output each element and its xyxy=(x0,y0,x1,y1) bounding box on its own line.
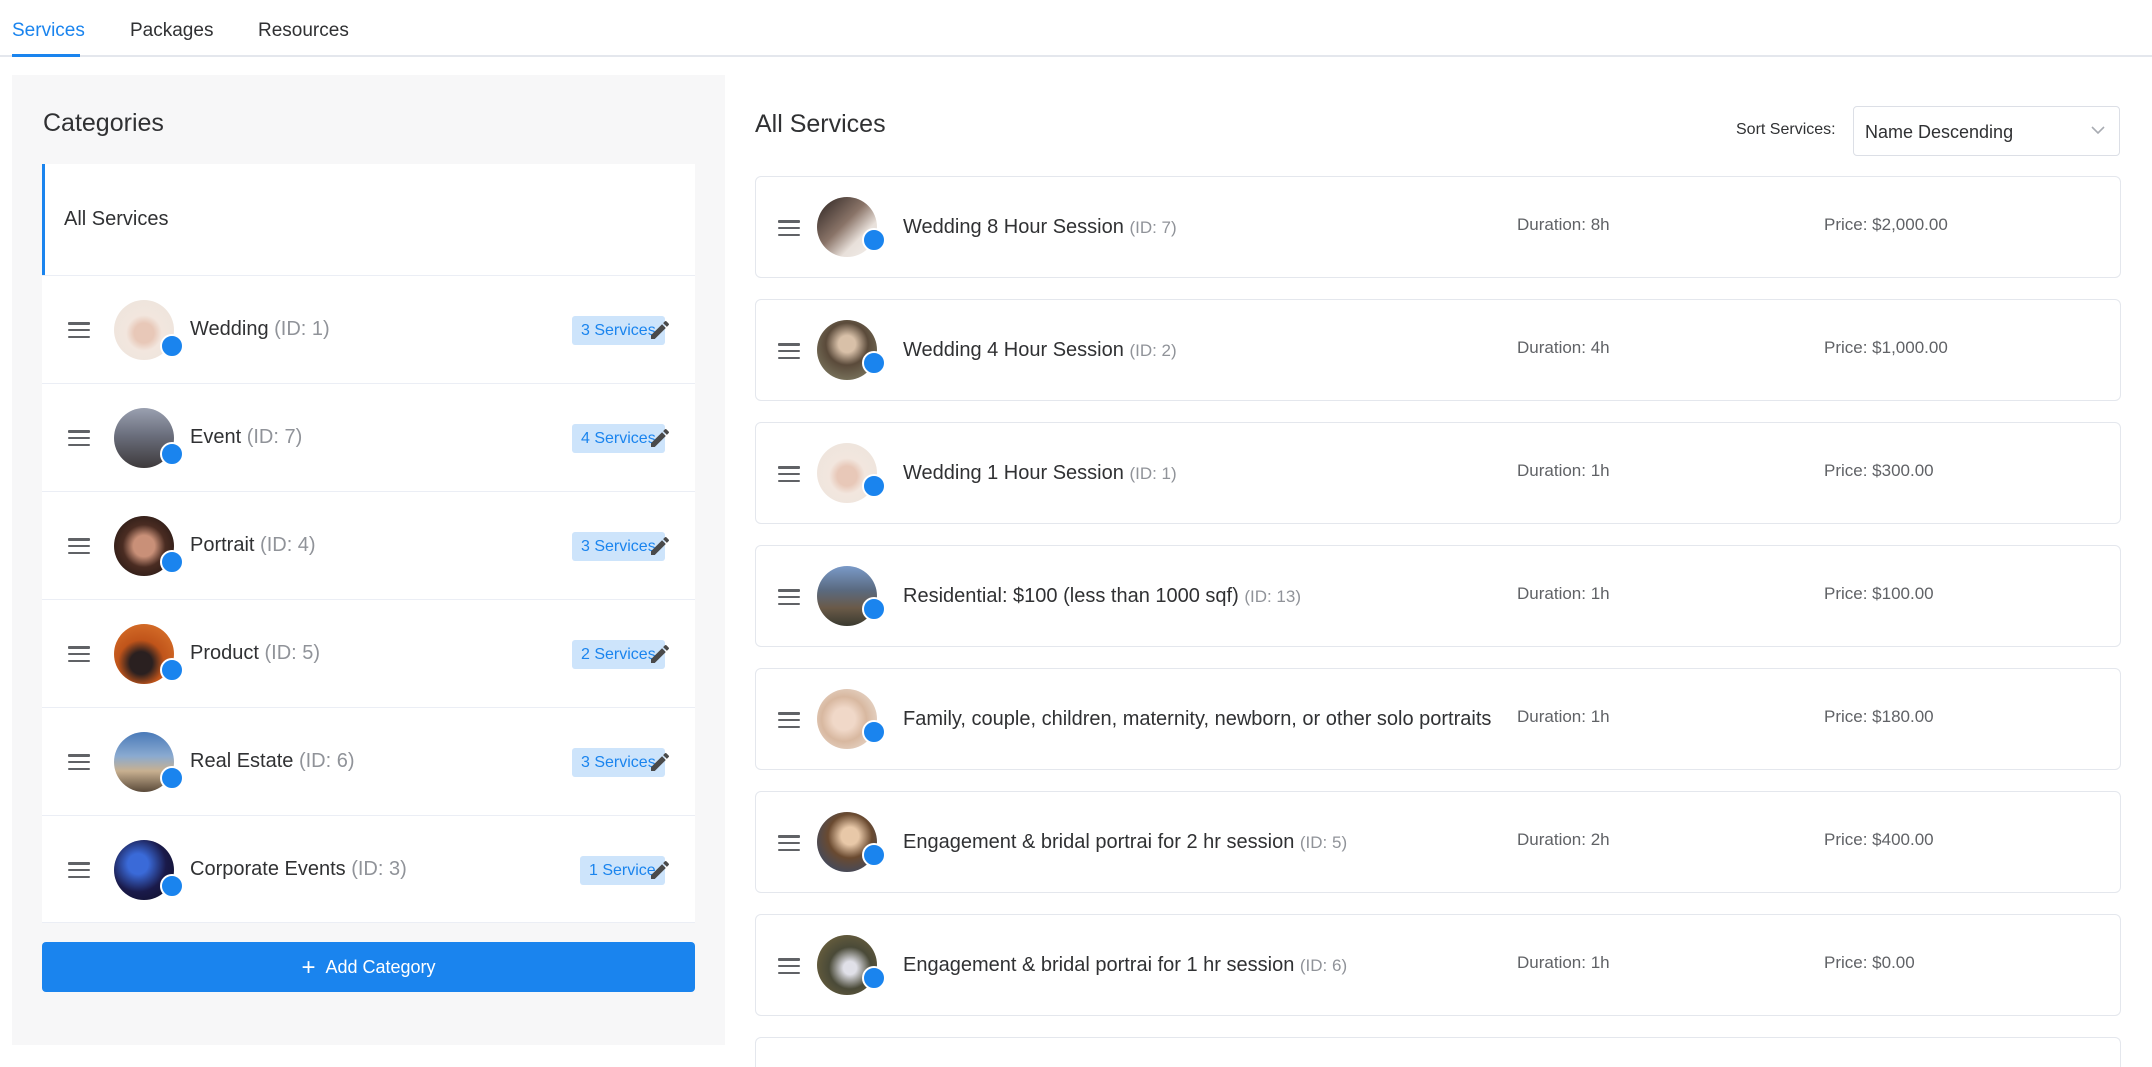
service-name: Engagement & bridal portrai for 1 hr ses… xyxy=(903,954,1348,976)
drag-handle-icon[interactable] xyxy=(68,754,90,771)
service-name: Engagement & bridal portrai for 2 hr ses… xyxy=(903,831,1348,853)
status-dot xyxy=(160,442,184,466)
service-price: Price: $100.00 xyxy=(1824,584,1934,603)
service-name: Family, couple, children, maternity, new… xyxy=(903,708,1492,730)
pencil-icon[interactable] xyxy=(648,426,672,450)
service-duration: Duration: 1h xyxy=(1517,707,1610,726)
service-card[interactable]: Engagement & bridal portrai for 2 hr ses… xyxy=(755,791,2121,893)
category-name: Real Estate (ID: 6) xyxy=(190,750,355,772)
drag-handle-icon[interactable] xyxy=(778,958,800,975)
category-name: Portrait (ID: 4) xyxy=(190,534,316,556)
pencil-icon[interactable] xyxy=(648,642,672,666)
category-list: All Services Wedding (ID: 1) 3 Services … xyxy=(42,164,695,923)
status-dot xyxy=(160,550,184,574)
drag-handle-icon[interactable] xyxy=(68,862,90,879)
category-name: Wedding (ID: 1) xyxy=(190,318,330,340)
drag-handle-icon[interactable] xyxy=(778,220,800,237)
service-price: Price: $1,000.00 xyxy=(1824,338,1948,357)
drag-handle-icon[interactable] xyxy=(778,466,800,483)
service-name: Wedding 1 Hour Session (ID: 1) xyxy=(903,462,1177,484)
active-tab-indicator xyxy=(12,54,80,57)
service-card[interactable]: Wedding 1 Hour Session (ID: 1) Duration:… xyxy=(755,422,2121,524)
drag-handle-icon[interactable] xyxy=(68,322,90,339)
categories-panel: Categories All Services Wedding (ID: 1) … xyxy=(12,75,725,1045)
category-name: Event (ID: 7) xyxy=(190,426,303,448)
category-row-corporate-events[interactable]: Corporate Events (ID: 3) 1 Service xyxy=(42,815,695,923)
service-card-partial[interactable] xyxy=(755,1037,2121,1067)
service-name: Residential: $100 (less than 1000 sqf) (… xyxy=(903,585,1302,607)
category-row-product[interactable]: Product (ID: 5) 2 Services xyxy=(42,599,695,707)
drag-handle-icon[interactable] xyxy=(778,589,800,606)
tab-services[interactable]: Services xyxy=(12,20,85,42)
status-dot xyxy=(862,228,886,252)
service-card[interactable]: Family, couple, children, maternity, new… xyxy=(755,668,2121,770)
category-row-portrait[interactable]: Portrait (ID: 4) 3 Services xyxy=(42,491,695,599)
service-duration: Duration: 8h xyxy=(1517,215,1610,234)
tab-resources[interactable]: Resources xyxy=(258,20,349,42)
status-dot xyxy=(862,474,886,498)
category-all-services-label: All Services xyxy=(64,208,169,230)
drag-handle-icon[interactable] xyxy=(68,538,90,555)
drag-handle-icon[interactable] xyxy=(68,430,90,447)
drag-handle-icon[interactable] xyxy=(778,835,800,852)
service-price: Price: $2,000.00 xyxy=(1824,215,1948,234)
category-name: Product (ID: 5) xyxy=(190,642,321,664)
pencil-icon[interactable] xyxy=(648,858,672,882)
service-price: Price: $400.00 xyxy=(1824,830,1934,849)
status-dot xyxy=(862,843,886,867)
status-dot xyxy=(862,597,886,621)
drag-handle-icon[interactable] xyxy=(778,343,800,360)
service-card[interactable]: Wedding 8 Hour Session (ID: 7) Duration:… xyxy=(755,176,2121,278)
category-all-services[interactable]: All Services xyxy=(42,164,695,275)
add-category-button[interactable]: + Add Category xyxy=(42,942,695,992)
service-price: Price: $180.00 xyxy=(1824,707,1934,726)
status-dot xyxy=(862,966,886,990)
status-dot xyxy=(160,766,184,790)
status-dot xyxy=(862,720,886,744)
tab-packages[interactable]: Packages xyxy=(130,20,213,42)
category-row-wedding[interactable]: Wedding (ID: 1) 3 Services xyxy=(42,275,695,383)
drag-handle-icon[interactable] xyxy=(68,646,90,663)
service-duration: Duration: 1h xyxy=(1517,953,1610,972)
status-dot xyxy=(160,658,184,682)
pencil-icon[interactable] xyxy=(648,534,672,558)
drag-handle-icon[interactable] xyxy=(778,712,800,729)
status-dot xyxy=(862,351,886,375)
chevron-down-icon xyxy=(2091,126,2105,135)
service-card[interactable]: Residential: $100 (less than 1000 sqf) (… xyxy=(755,545,2121,647)
service-price: Price: $300.00 xyxy=(1824,461,1934,480)
sort-select-value: Name Descending xyxy=(1865,122,2014,142)
sort-select[interactable]: Name Descending xyxy=(1853,106,2120,156)
service-card[interactable]: Wedding 4 Hour Session (ID: 2) Duration:… xyxy=(755,299,2121,401)
pencil-icon[interactable] xyxy=(648,318,672,342)
category-row-real-estate[interactable]: Real Estate (ID: 6) 3 Services xyxy=(42,707,695,815)
pencil-icon[interactable] xyxy=(648,750,672,774)
service-duration: Duration: 1h xyxy=(1517,461,1610,480)
category-name: Corporate Events (ID: 3) xyxy=(190,858,407,880)
service-name: Wedding 8 Hour Session (ID: 7) xyxy=(903,216,1177,238)
service-duration: Duration: 4h xyxy=(1517,338,1610,357)
category-row-event[interactable]: Event (ID: 7) 4 Services xyxy=(42,383,695,491)
service-duration: Duration: 2h xyxy=(1517,830,1610,849)
status-dot xyxy=(160,874,184,898)
sort-label: Sort Services: xyxy=(1736,121,1836,138)
service-duration: Duration: 1h xyxy=(1517,584,1610,603)
tab-bar: Services Packages Resources xyxy=(0,0,2152,57)
service-name: Wedding 4 Hour Session (ID: 2) xyxy=(903,339,1177,361)
status-dot xyxy=(160,334,184,358)
services-title: All Services xyxy=(755,110,886,138)
categories-title: Categories xyxy=(43,109,164,137)
service-card[interactable]: Engagement & bridal portrai for 1 hr ses… xyxy=(755,914,2121,1016)
plus-icon: + xyxy=(301,954,316,981)
service-price: Price: $0.00 xyxy=(1824,953,1915,972)
